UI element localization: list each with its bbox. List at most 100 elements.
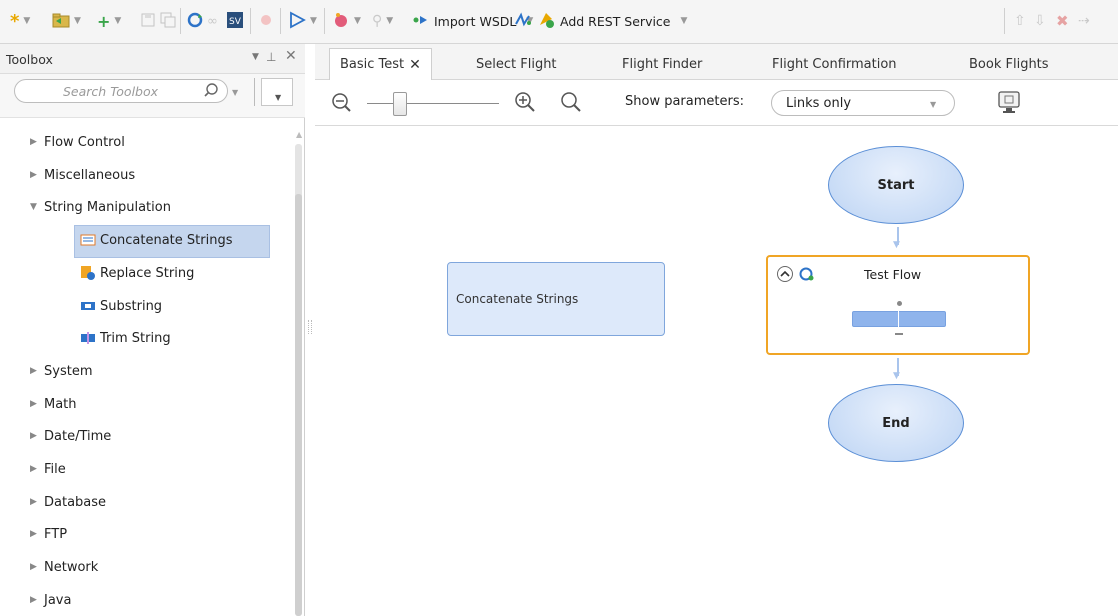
toolbox-tree-item[interactable]: Concatenate Strings	[80, 228, 232, 252]
chevron-right-icon[interactable]: ▶	[30, 137, 44, 147]
scrollbar-thumb[interactable]	[295, 194, 302, 616]
monitor-icon[interactable]	[997, 90, 1021, 117]
chevron-down-icon[interactable]: ▼	[354, 16, 361, 26]
toolbox-tree-item[interactable]: ▶ Flow Control	[30, 130, 125, 154]
toolbox-tree-item[interactable]: Substring	[80, 294, 162, 318]
add-rest-service-label: Add REST Service	[560, 13, 671, 29]
editor-area: Basic Test ✕ Select Flight Flight Finder…	[315, 44, 1118, 616]
move-down-button[interactable]: ⇩	[1034, 10, 1046, 32]
zoom-out-icon[interactable]	[331, 92, 353, 117]
move-up-button[interactable]: ⇧	[1014, 10, 1026, 32]
chevron-right-icon[interactable]: ▶	[30, 464, 44, 474]
search-input[interactable]: Search Toolbox	[14, 79, 228, 103]
chevron-down-icon[interactable]: ▼	[23, 16, 30, 26]
link-button[interactable]: ∞	[207, 10, 218, 32]
toolbox-tree-item[interactable]: Replace String	[80, 261, 194, 285]
collapse-icon[interactable]	[776, 265, 794, 286]
open-button[interactable]: ▼	[52, 10, 81, 32]
record-button[interactable]	[258, 10, 274, 32]
save-button[interactable]	[140, 10, 156, 32]
start-node[interactable]: Start	[828, 146, 964, 224]
save-all-button[interactable]	[160, 10, 176, 32]
chevron-right-icon[interactable]: ▶	[30, 366, 44, 376]
toolbox-tree-item[interactable]: ▶ Date/Time	[30, 424, 111, 448]
scroll-up-icon[interactable]: ▲	[296, 130, 302, 139]
toolbox-item-label: String Manipulation	[44, 199, 171, 215]
zoom-in-icon[interactable]	[513, 90, 537, 117]
toolbox-tree-item[interactable]: ▶ File	[30, 457, 66, 481]
concatenate-strings-node[interactable]: Concatenate Strings	[447, 262, 665, 336]
toolbox-tree-item[interactable]: ▶ Database	[30, 490, 106, 514]
close-icon[interactable]: ✕	[285, 48, 297, 64]
run-button[interactable]: ▼	[288, 10, 317, 32]
tab-label: Flight Confirmation	[772, 56, 897, 72]
tab-select-flight[interactable]: Select Flight	[476, 48, 557, 80]
debug-button[interactable]: ▼	[332, 10, 361, 32]
test-flow-placeholder-step[interactable]	[852, 311, 946, 327]
breakpoint-button[interactable]: ⚲ ▼	[372, 10, 393, 32]
tab-basic-test[interactable]: Basic Test ✕	[329, 48, 432, 80]
search-icon[interactable]	[203, 82, 219, 101]
show-parameters-label: Show parameters:	[625, 94, 744, 109]
chevron-right-icon[interactable]: ▶	[30, 399, 44, 409]
output-port[interactable]	[895, 333, 903, 335]
more-button[interactable]: ⇢	[1078, 10, 1090, 32]
chevron-down-icon[interactable]: ▼	[681, 16, 688, 26]
sv-button[interactable]: SV	[226, 10, 244, 32]
chevron-right-icon[interactable]: ▶	[30, 562, 44, 572]
zoom-slider-thumb[interactable]	[393, 92, 407, 116]
zoom-toolbar: Show parameters: Links only ▼	[315, 80, 1118, 126]
chevron-right-icon[interactable]: ▶	[30, 431, 44, 441]
separator	[250, 8, 251, 34]
chevron-right-icon[interactable]: ▶	[30, 497, 44, 507]
chevron-right-icon[interactable]: ▶	[30, 595, 44, 605]
zoom-fit-icon[interactable]	[559, 90, 583, 117]
chevron-down-icon[interactable]: ▼	[386, 16, 393, 26]
chevron-down-icon[interactable]: ▼	[252, 52, 259, 62]
test-flow-node[interactable]: Test Flow	[766, 255, 1030, 355]
end-node[interactable]: End	[828, 384, 964, 462]
new-item-button[interactable]: * ▼	[10, 10, 30, 32]
toolbox-tree-item[interactable]: ▶ Math	[30, 392, 77, 416]
add-rest-service-button[interactable]: Add REST Service ▼	[538, 10, 687, 32]
toolbox-tree-item[interactable]: ▶ Miscellaneous	[30, 163, 135, 187]
loop-icon[interactable]	[798, 265, 816, 286]
separator	[254, 78, 255, 106]
chevron-right-icon[interactable]: ▶	[30, 529, 44, 539]
tab-strip: Basic Test ✕ Select Flight Flight Finder…	[315, 44, 1118, 80]
chevron-down-icon[interactable]: ▼	[74, 16, 81, 26]
separator	[324, 8, 325, 34]
arrow-up-icon: ⇧	[1014, 13, 1026, 29]
delete-button[interactable]: ✖	[1056, 10, 1069, 32]
chevron-down-icon[interactable]: ▼	[232, 88, 238, 97]
flow-canvas[interactable]: Start ▼ Concatenate Strings Test Flow ▼ …	[315, 127, 1118, 616]
refresh-button[interactable]	[186, 10, 204, 32]
zoom-slider-track[interactable]	[367, 103, 499, 104]
substring-icon	[80, 298, 96, 314]
tab-book-flights[interactable]: Book Flights	[969, 48, 1049, 80]
toolbox-tree-item[interactable]: ▶ System	[30, 359, 92, 383]
toolbox-tree-item[interactable]: ▼ String Manipulation	[30, 195, 171, 219]
toolbox-tree-item[interactable]: ▶ Java	[30, 588, 71, 612]
tab-flight-confirmation[interactable]: Flight Confirmation	[772, 48, 897, 80]
show-parameters-select[interactable]: Links only ▼	[771, 90, 955, 116]
concat-node-label: Concatenate Strings	[456, 292, 579, 306]
add-service-button[interactable]	[514, 10, 532, 32]
filter-dropdown[interactable]: ▼	[261, 78, 293, 106]
toolbox-tree-item[interactable]: ▶ FTP	[30, 522, 67, 546]
toolbox-tree-item[interactable]: ▶ Network	[30, 555, 98, 579]
add-button[interactable]: + ▼	[97, 10, 121, 32]
chevron-down-icon[interactable]: ▼	[114, 16, 121, 26]
splitter-handle[interactable]	[308, 320, 312, 334]
toolbox-item-label: Network	[44, 559, 99, 575]
tab-flight-finder[interactable]: Flight Finder	[622, 48, 702, 80]
toolbox-item-label: Math	[44, 396, 77, 412]
toolbox-tree-item[interactable]: Trim String	[80, 326, 171, 350]
input-port[interactable]	[897, 301, 902, 306]
chevron-down-icon[interactable]: ▼	[30, 202, 44, 212]
chevron-down-icon[interactable]: ▼	[310, 16, 317, 26]
close-icon[interactable]: ✕	[409, 57, 421, 73]
folder-icon	[52, 12, 70, 31]
chevron-right-icon[interactable]: ▶	[30, 170, 44, 180]
pin-icon[interactable]: ⊥	[266, 50, 276, 64]
